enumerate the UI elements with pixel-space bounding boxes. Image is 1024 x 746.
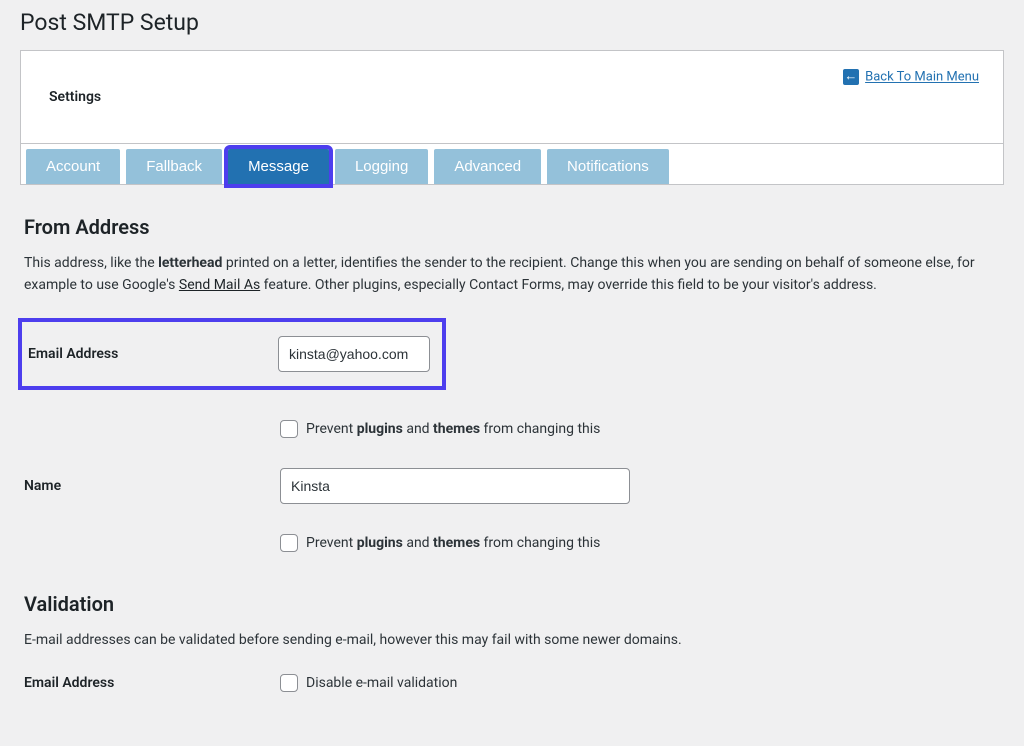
tabs-bar: Account Fallback Message Logging Advance… <box>21 143 1003 184</box>
settings-panel: ← Back To Main Menu Settings Account Fal… <box>20 50 1004 185</box>
tab-notifications[interactable]: Notifications <box>547 149 669 184</box>
validation-email-label: Email Address <box>24 675 280 691</box>
tab-advanced[interactable]: Advanced <box>434 149 541 184</box>
disable-validation-label: Disable e-mail validation <box>306 675 457 691</box>
name-input[interactable] <box>280 468 630 504</box>
tab-fallback[interactable]: Fallback <box>126 149 222 184</box>
panel-header-title: Settings <box>49 89 979 105</box>
back-arrow-icon: ← <box>843 69 859 85</box>
panel-header: ← Back To Main Menu Settings <box>21 51 1003 143</box>
prevent-name-change-row: Prevent plugins and themes from changing… <box>280 534 1000 552</box>
validation-description: E-mail addresses can be validated before… <box>24 630 1000 652</box>
prevent-email-change-label: Prevent plugins and themes from changing… <box>306 421 600 437</box>
name-row: Name <box>24 468 1000 504</box>
validation-section: Validation E-mail addresses can be valid… <box>24 592 1000 692</box>
validation-email-row: Email Address Disable e-mail validation <box>24 674 1000 692</box>
from-address-heading: From Address <box>24 215 1000 239</box>
email-address-highlight: Email Address <box>18 318 446 390</box>
back-to-main-menu-link[interactable]: Back To Main Menu <box>865 70 979 85</box>
email-address-input[interactable] <box>278 336 430 372</box>
disable-validation-checkbox[interactable] <box>280 674 298 692</box>
page-title: Post SMTP Setup <box>0 0 1024 40</box>
validation-heading: Validation <box>24 592 1000 616</box>
tab-logging[interactable]: Logging <box>335 149 428 184</box>
from-address-description: This address, like the letterhead printe… <box>24 253 1000 296</box>
prevent-name-change-label: Prevent plugins and themes from changing… <box>306 535 600 551</box>
content-area: From Address This address, like the lett… <box>0 185 1024 702</box>
tab-account[interactable]: Account <box>26 149 120 184</box>
email-address-label: Email Address <box>28 346 278 362</box>
send-mail-as-link[interactable]: Send Mail As <box>179 277 260 293</box>
back-link-wrap: ← Back To Main Menu <box>843 69 979 85</box>
tab-message[interactable]: Message <box>228 149 329 184</box>
name-label: Name <box>24 478 280 494</box>
prevent-name-change-checkbox[interactable] <box>280 534 298 552</box>
prevent-email-change-row: Prevent plugins and themes from changing… <box>280 420 1000 438</box>
prevent-email-change-checkbox[interactable] <box>280 420 298 438</box>
